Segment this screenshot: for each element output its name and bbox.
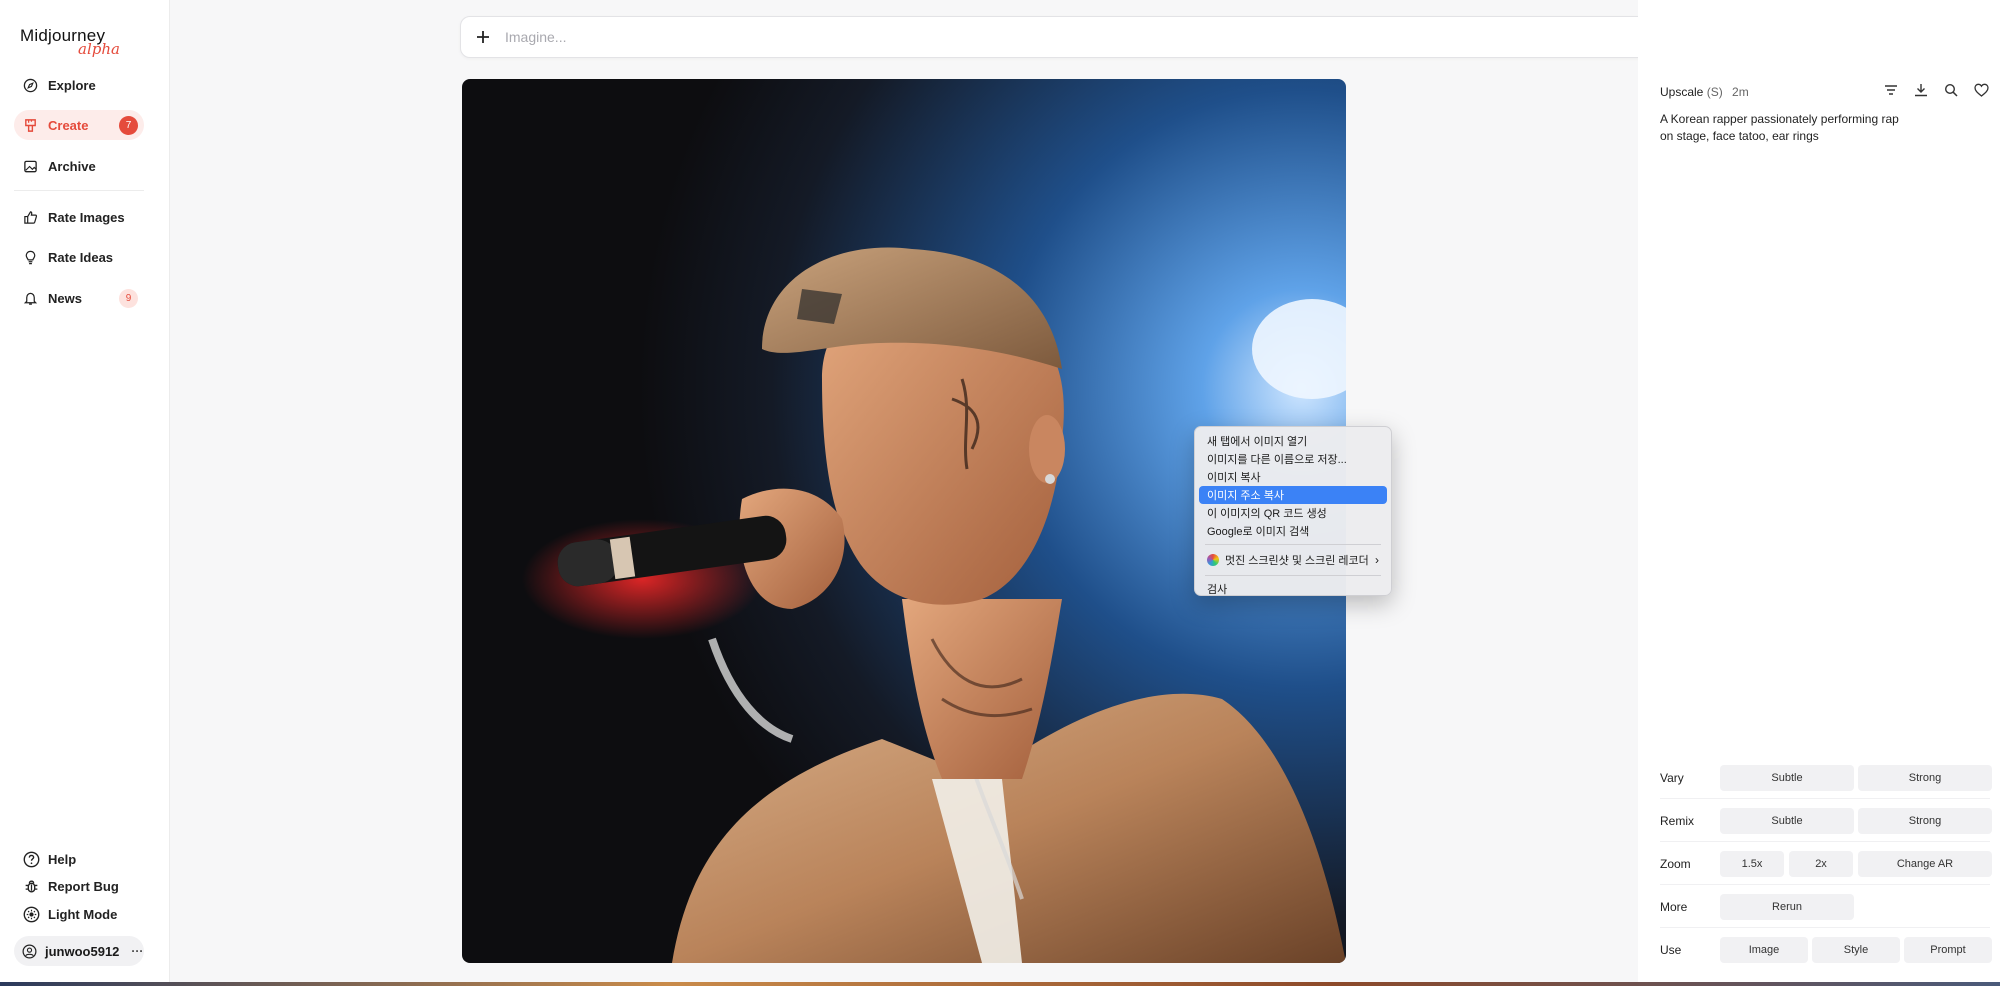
remix-strong-button[interactable]: Strong [1858,808,1992,834]
sidebar-item-label: Create [48,117,89,133]
ctx-extension-label: 멋진 스크린샷 및 스크린 레코더 [1225,555,1369,567]
compass-icon [22,77,38,93]
user-avatar-icon [22,944,37,959]
ctx-inspect[interactable]: 검사 [1199,580,1387,598]
prompt-text[interactable]: A Korean rapper passionately performing … [1660,111,1900,145]
sidebar-item-label: Explore [48,77,96,93]
row-divider [1660,884,1990,885]
heart-icon[interactable] [1973,82,1989,98]
panel-actions [1883,82,1989,98]
list-icon[interactable] [1883,82,1899,98]
use-prompt-button[interactable]: Prompt [1904,937,1992,963]
zoom-label: Zoom [1660,857,1691,871]
imagine-bar [460,16,1690,58]
search-icon[interactable] [1943,82,1959,98]
question-icon [22,850,40,868]
bell-icon [22,290,38,306]
remix-subtle-button[interactable]: Subtle [1720,808,1854,834]
sidebar: Midjourney alpha Explore Create 7 Archiv… [0,0,170,986]
sidebar-item-rate-ideas[interactable]: Rate Ideas [14,242,144,272]
ctx-copy-image-address[interactable]: 이미지 주소 복사 [1199,486,1387,504]
change-ar-button[interactable]: Change AR [1858,851,1992,877]
row-divider [1660,798,1990,799]
context-menu: 새 탭에서 이미지 열기 이미지를 다른 이름으로 저장... 이미지 복사 이… [1194,426,1392,596]
plus-icon [477,31,489,43]
brush-icon [22,117,38,133]
ctx-separator [1205,544,1381,545]
thumbs-up-icon [22,209,38,225]
job-type-sub: (S) [1706,85,1723,99]
rerun-button[interactable]: Rerun [1720,894,1854,920]
sidebar-item-create[interactable]: Create 7 [14,110,144,140]
ctx-save-image-as[interactable]: 이미지를 다른 이름으로 저장... [1199,450,1387,468]
more-row: More Rerun [1660,894,1990,920]
vary-subtle-button[interactable]: Subtle [1720,765,1854,791]
zoom-row: Zoom 1.5x 2x Change AR [1660,851,1992,877]
extension-icon [1207,554,1219,566]
job-type: Upscale [1660,85,1704,99]
row-divider [1660,841,1990,842]
sidebar-item-explore[interactable]: Explore [14,70,144,100]
sidebar-item-label: News [48,290,82,306]
add-image-button[interactable] [461,16,505,58]
create-count-badge: 7 [119,115,138,135]
remix-label: Remix [1660,814,1695,828]
sidebar-item-rate-images[interactable]: Rate Images [14,202,144,232]
sidebar-divider [14,190,144,191]
image-icon [22,158,38,174]
download-icon[interactable] [1913,82,1929,98]
ctx-screenshot-extension[interactable]: 멋진 스크린샷 및 스크린 레코더 › [1199,549,1387,571]
sidebar-item-archive[interactable]: Archive [14,151,144,181]
ctx-create-qr-code[interactable]: 이 이미지의 QR 코드 생성 [1199,504,1387,522]
light-mode-toggle[interactable]: Light Mode [22,905,117,923]
bug-icon [22,877,40,895]
news-count-badge: 9 [119,288,138,308]
report-bug-label: Report Bug [48,878,119,894]
use-style-button[interactable]: Style [1812,937,1900,963]
help-link[interactable]: Help [22,850,76,868]
ctx-search-google[interactable]: Google로 이미지 검색 [1199,522,1387,540]
imagine-input[interactable] [505,29,1645,45]
sun-icon [22,905,40,923]
use-label: Use [1660,943,1682,957]
details-panel: Upscale (S) 2m A Korean rapper passionat… [1638,0,2000,986]
ctx-separator [1205,575,1381,576]
lightbulb-icon [22,249,38,265]
more-label: More [1660,900,1688,914]
ctx-copy-image[interactable]: 이미지 복사 [1199,468,1387,486]
report-bug-link[interactable]: Report Bug [22,877,119,895]
user-more-button[interactable]: ··· [131,944,143,958]
sidebar-item-label: Rate Ideas [48,249,114,265]
help-label: Help [48,851,77,867]
sidebar-item-news[interactable]: News 9 [14,283,144,313]
use-image-button[interactable]: Image [1720,937,1808,963]
username: junwoo5912 [45,943,120,959]
zoom-1-5x-button[interactable]: 1.5x [1720,851,1784,877]
panel-header: Upscale (S) 2m [1660,85,1749,99]
sidebar-item-label: Rate Images [48,209,125,225]
vary-row: Vary Subtle Strong [1660,765,1992,791]
vary-strong-button[interactable]: Strong [1858,765,1992,791]
app-logo-alpha: alpha [78,40,120,58]
vary-label: Vary [1660,771,1684,785]
ctx-open-in-new-tab[interactable]: 새 탭에서 이미지 열기 [1199,432,1387,450]
chevron-right-icon: › [1375,553,1379,567]
user-menu[interactable]: junwoo5912 ··· [14,936,144,966]
sidebar-item-label: Archive [48,158,96,174]
background-image-strip [0,982,2000,986]
zoom-2x-button[interactable]: 2x [1789,851,1853,877]
row-divider [1660,927,1990,928]
remix-row: Remix Subtle Strong [1660,808,1992,834]
use-row: Use Image Style Prompt [1660,937,1992,963]
light-mode-label: Light Mode [48,906,118,922]
job-time: 2m [1732,85,1749,99]
